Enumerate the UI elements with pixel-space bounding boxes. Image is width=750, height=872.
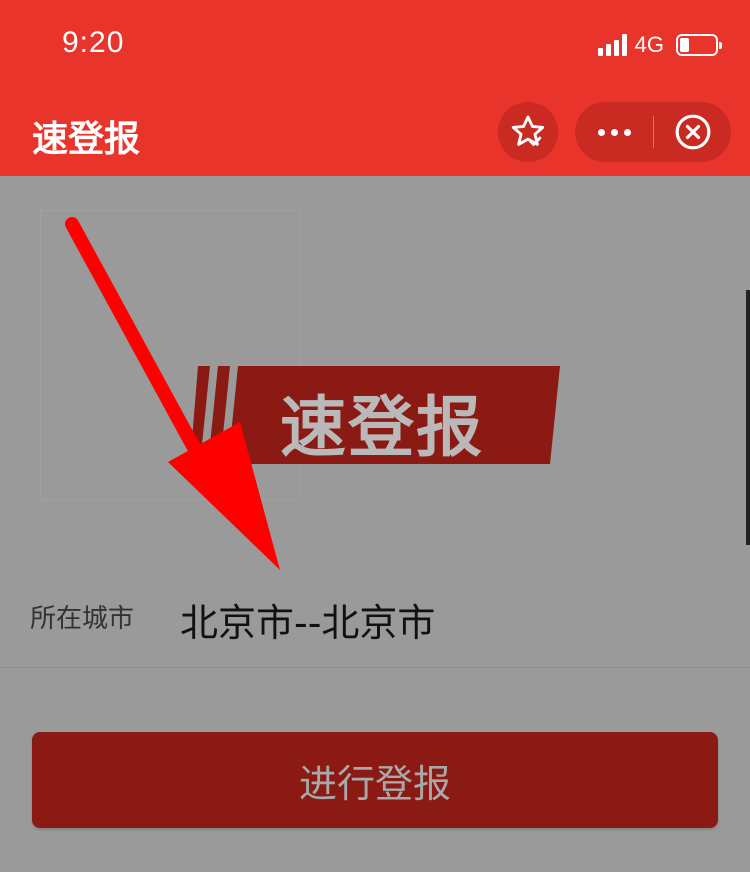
- mini-program-capsule: [575, 102, 731, 162]
- close-button[interactable]: [654, 102, 731, 162]
- city-row[interactable]: 所在城市 北京市--北京市: [0, 560, 750, 668]
- battery-level: [680, 38, 689, 52]
- close-circle-icon: [675, 114, 710, 150]
- banner-text: 速登报: [280, 389, 484, 466]
- more-button[interactable]: [575, 102, 653, 162]
- status-time: 9:20: [62, 26, 125, 59]
- page-title: 速登报: [32, 119, 141, 160]
- brand-banner: 速登报: [190, 366, 560, 466]
- favorite-button[interactable]: [498, 102, 558, 162]
- submit-registration-button[interactable]: 进行登报: [32, 732, 718, 828]
- star-check-icon: [511, 115, 545, 147]
- more-dots-icon: [597, 128, 605, 136]
- scrollbar: [746, 290, 750, 545]
- city-label: 所在城市: [30, 604, 135, 634]
- battery-icon: [676, 34, 722, 56]
- status-indicators: 4G: [597, 30, 722, 60]
- signal-icon: [597, 34, 627, 56]
- city-picker-value[interactable]: 北京市--北京市: [180, 592, 435, 647]
- app-header: 9:20 4G 速登报: [0, 0, 750, 176]
- network-type: 4G: [634, 32, 664, 57]
